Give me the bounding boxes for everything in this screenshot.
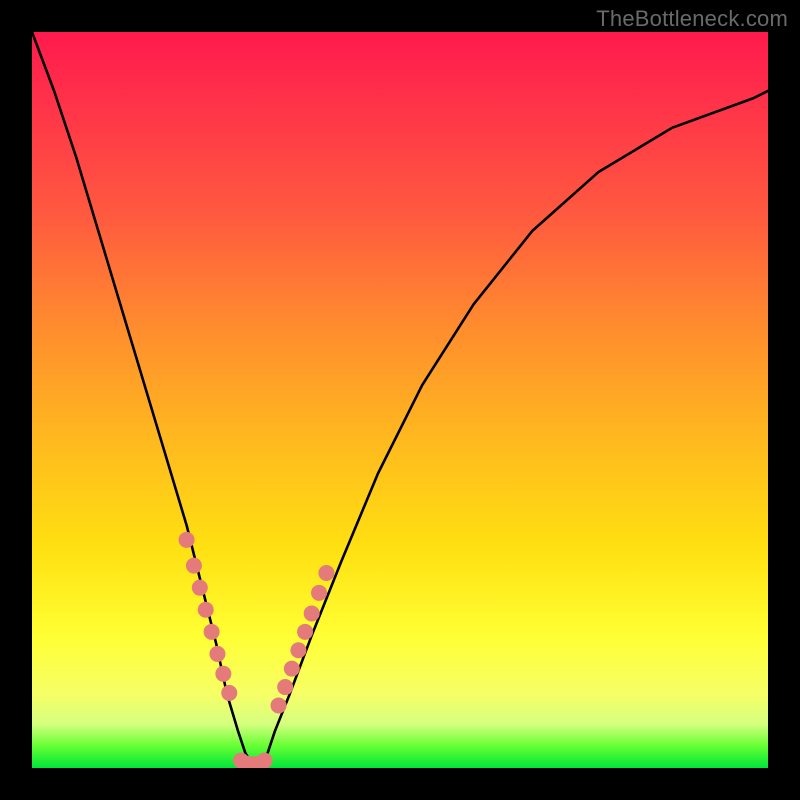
data-marker	[297, 624, 313, 640]
data-marker	[318, 565, 334, 581]
data-marker	[179, 532, 195, 548]
data-marker	[209, 646, 225, 662]
data-marker	[204, 624, 220, 640]
data-marker	[257, 753, 273, 768]
data-marker	[221, 685, 237, 701]
data-marker	[277, 679, 293, 695]
marker-group-valley	[233, 753, 273, 768]
data-marker	[304, 605, 320, 621]
data-marker	[198, 602, 214, 618]
data-marker	[215, 666, 231, 682]
chart-svg	[32, 32, 768, 768]
data-marker	[284, 661, 300, 677]
bottleneck-curve	[32, 32, 768, 764]
marker-group-left	[179, 532, 238, 701]
chart-frame: TheBottleneck.com	[0, 0, 800, 800]
data-marker	[311, 585, 327, 601]
plot-area	[32, 32, 768, 768]
marker-group-right	[271, 565, 335, 713]
data-marker	[290, 642, 306, 658]
data-marker	[271, 697, 287, 713]
data-marker	[186, 558, 202, 574]
data-marker	[192, 580, 208, 596]
watermark-text: TheBottleneck.com	[596, 6, 788, 32]
